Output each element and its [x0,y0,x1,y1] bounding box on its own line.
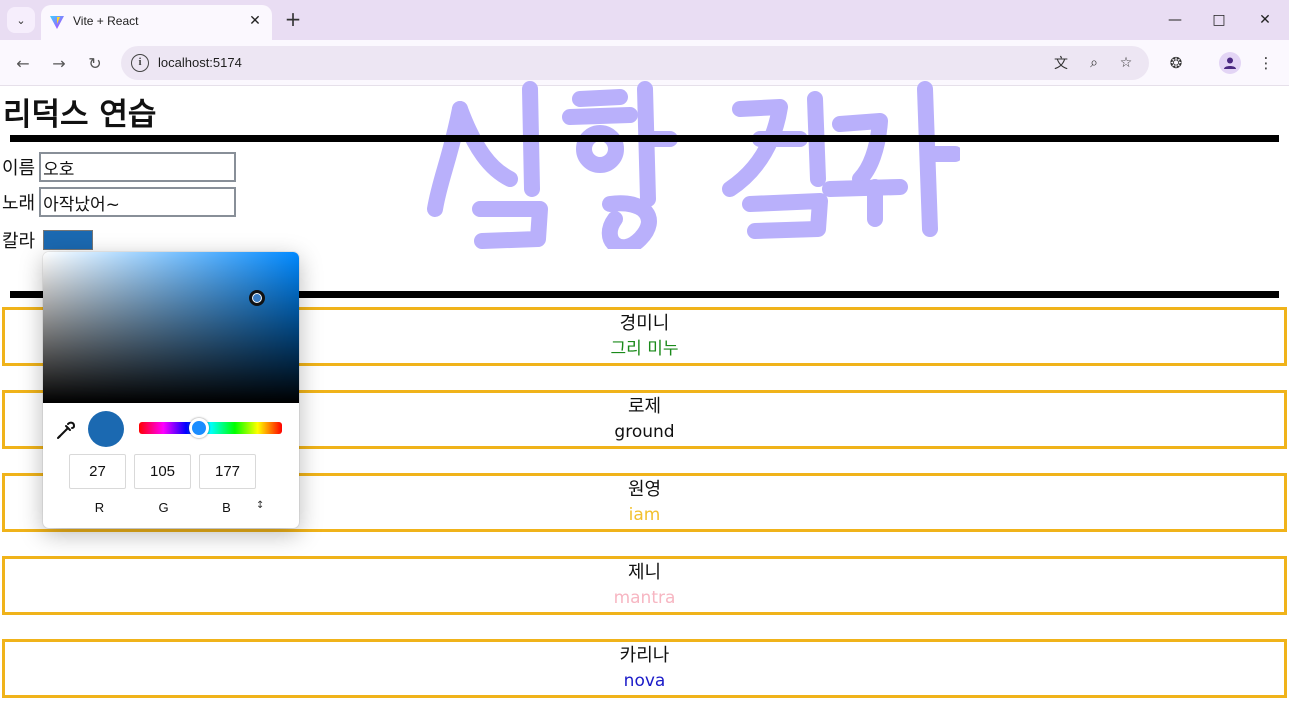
close-window-button[interactable]: ✕ [1250,8,1280,32]
page-content: 리덕스 연습 이름 오호 노래 아작났어~ 칼라 경미니 그리 미누 로제 gr… [0,81,1289,726]
page-title: 리덕스 연습 [3,97,157,133]
hue-handle[interactable] [189,418,209,438]
color-preview [88,411,124,447]
site-info-icon[interactable]: i [131,54,149,72]
minimize-button[interactable]: — [1160,8,1190,32]
back-button[interactable]: ← [10,50,36,76]
close-tab-icon[interactable]: ✕ [246,12,264,30]
url-text: localhost:5174 [158,55,242,70]
forward-button[interactable]: → [46,50,72,76]
divider-top [10,135,1279,142]
member-card: 카리나 nova [2,639,1287,698]
eyedropper-icon[interactable] [55,419,77,441]
browser-tab[interactable]: Vite + React ✕ [41,5,272,40]
name-row: 이름 [2,152,237,182]
profile-avatar[interactable] [1219,52,1241,74]
chevron-down-icon: ⌄ [16,13,26,27]
tab-title: Vite + React [73,14,139,28]
browser-toolbar: ← → ↻ i localhost:5174 文 ⌕ ☆ ❂ ⋮ [0,40,1289,86]
maximize-button[interactable]: □ [1204,8,1234,32]
blue-value-input[interactable]: 177 [199,454,256,489]
vite-logo-icon [50,16,64,29]
address-bar[interactable]: i localhost:5174 文 ⌕ ☆ [121,46,1149,80]
red-value-input[interactable]: 27 [69,454,126,489]
song-input[interactable] [39,187,237,217]
reload-button[interactable]: ↻ [82,50,108,76]
song-row: 노래 [2,187,237,217]
extensions-icon[interactable]: ❂ [1164,51,1188,75]
name-input[interactable] [39,152,237,182]
member-card: 제니 mantra [2,556,1287,615]
green-label: G [158,500,169,515]
song-label: 노래 [2,193,36,214]
tab-bar: ⌄ Vite + React ✕ + — □ ✕ [0,0,1289,40]
person-icon [1224,57,1236,69]
green-value-input[interactable]: 105 [134,454,191,489]
member-song: nova [623,671,666,691]
hue-slider[interactable] [139,422,282,434]
name-label: 이름 [2,158,36,179]
color-input[interactable] [43,230,94,250]
watermark-handwriting [427,81,960,249]
bookmark-star-icon[interactable]: ☆ [1115,52,1137,74]
zoom-icon[interactable]: ⌕ [1083,52,1105,74]
member-song: mantra [613,588,676,608]
translate-icon[interactable]: 文 [1050,52,1072,74]
blue-label: B [222,500,231,515]
saturation-area[interactable] [43,252,299,403]
color-picker-popup: 27 105 177 R G B ↕ [43,252,299,528]
new-tab-button[interactable]: + [282,8,304,30]
menu-kebab-icon[interactable]: ⋮ [1254,51,1278,75]
format-toggle-icon[interactable]: ↕ [256,500,266,511]
color-label: 칼라 [2,231,36,252]
color-row: 칼라 [2,227,94,253]
member-name: 카리나 [619,645,670,666]
saturation-handle[interactable] [249,290,265,306]
red-label: R [94,500,105,515]
member-name: 제니 [627,562,662,583]
tab-search-button[interactable]: ⌄ [7,7,35,33]
